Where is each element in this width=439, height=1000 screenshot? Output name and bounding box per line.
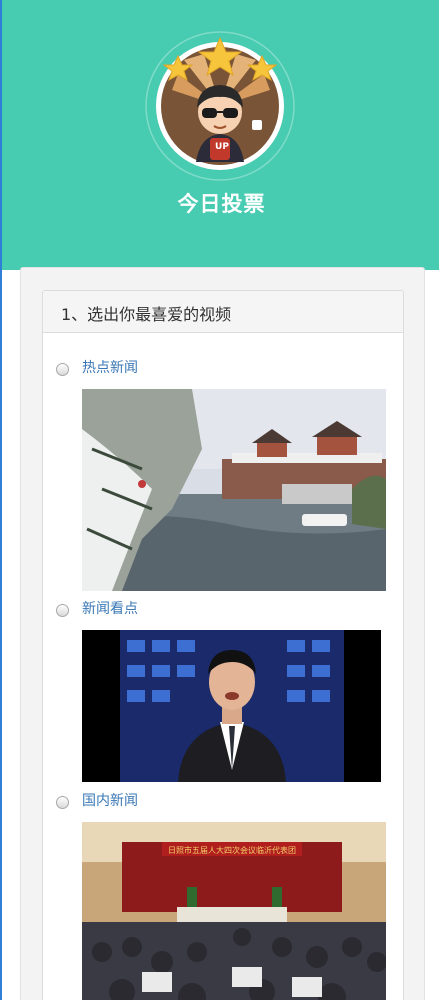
avatar — [144, 30, 296, 182]
option-label[interactable]: 国内新闻 — [82, 790, 138, 810]
option-image-canal — [82, 389, 386, 591]
option-label[interactable]: 新闻看点 — [82, 598, 138, 618]
question-title: 1、选出你最喜爱的视频 — [43, 291, 403, 333]
up-badge: UP — [215, 142, 229, 152]
banner-text: 日照市五届人大四次会议临沂代表团 — [168, 845, 296, 855]
option-radio[interactable] — [56, 604, 69, 617]
content-panel: 1、选出你最喜爱的视频 热点新闻 新闻看点 国内新闻 日照市五届人大四次会议临沂… — [20, 267, 425, 1000]
question-card: 1、选出你最喜爱的视频 热点新闻 新闻看点 国内新闻 日照市五届人大四次会议临沂… — [42, 290, 404, 1000]
option-radio[interactable] — [56, 363, 69, 376]
header-wave — [2, 232, 439, 262]
page-title: 今日投票 — [177, 192, 266, 216]
option-radio[interactable] — [56, 796, 69, 809]
option-label[interactable]: 热点新闻 — [82, 357, 138, 377]
header-banner: UP 今日投票 — [2, 0, 439, 270]
option-image-conference: 日照市五届人大四次会议临沂代表团 — [82, 822, 386, 1000]
option-image-anchor — [82, 630, 381, 782]
